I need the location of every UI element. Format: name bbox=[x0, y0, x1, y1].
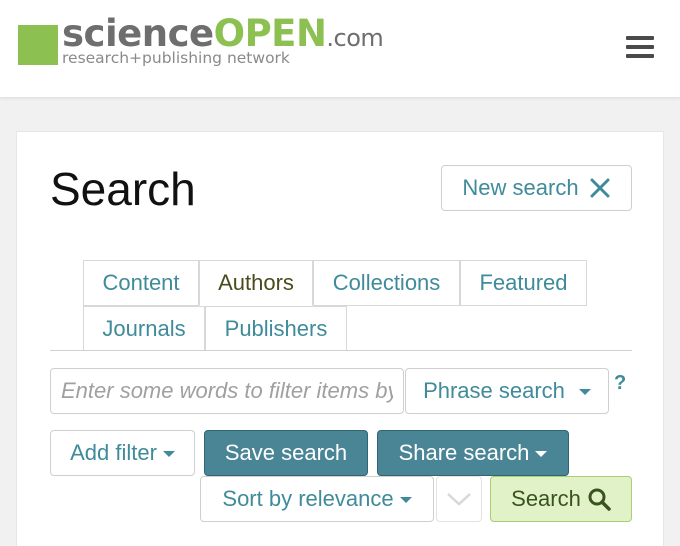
search-icon bbox=[588, 488, 611, 511]
tab-collections[interactable]: Collections bbox=[313, 260, 460, 306]
save-search-button[interactable]: Save search bbox=[204, 430, 368, 476]
chevron-down-icon bbox=[447, 493, 471, 506]
tab-publishers[interactable]: Publishers bbox=[205, 306, 347, 351]
new-search-label: New search bbox=[462, 175, 579, 200]
caret-down-icon bbox=[535, 451, 548, 457]
sort-label: Sort by relevance bbox=[222, 486, 394, 511]
tab-journals[interactable]: Journals bbox=[83, 306, 205, 351]
tab-label: Collections bbox=[332, 270, 441, 295]
sort-order-toggle[interactable] bbox=[436, 476, 482, 522]
tab-label: Content bbox=[102, 270, 180, 295]
tab-featured[interactable]: Featured bbox=[460, 260, 587, 306]
new-search-button[interactable]: New search bbox=[441, 165, 632, 211]
page-title: Search bbox=[50, 163, 196, 215]
help-icon[interactable]: ? bbox=[614, 372, 626, 395]
share-search-label: Share search bbox=[398, 440, 530, 465]
tab-label: Authors bbox=[218, 270, 294, 295]
sort-dropdown[interactable]: Sort by relevance bbox=[200, 476, 434, 522]
tab-authors[interactable]: Authors bbox=[199, 260, 313, 306]
search-card: Search New search Content Authors Collec… bbox=[16, 131, 664, 546]
search-button-label: Search bbox=[511, 486, 581, 511]
search-button[interactable]: Search bbox=[490, 476, 632, 522]
tabs-divider bbox=[50, 350, 632, 351]
logo-wordmark[interactable]: scienceOPEN.com bbox=[62, 14, 384, 54]
caret-down-icon bbox=[399, 497, 412, 503]
share-search-button[interactable]: Share search bbox=[377, 430, 569, 476]
add-filter-button[interactable]: Add filter bbox=[50, 430, 195, 476]
tab-label: Featured bbox=[479, 270, 568, 295]
logo-com: .com bbox=[326, 24, 384, 52]
phrase-search-label: Phrase search bbox=[423, 378, 565, 403]
caret-down-icon bbox=[162, 451, 175, 457]
logo-square-icon[interactable] bbox=[18, 25, 58, 65]
add-filter-label: Add filter bbox=[70, 440, 157, 465]
phrase-search-dropdown[interactable]: Phrase search bbox=[405, 368, 609, 414]
hamburger-icon[interactable] bbox=[626, 36, 654, 58]
caret-down-icon bbox=[578, 389, 591, 395]
tab-label: Journals bbox=[102, 315, 186, 341]
tab-content[interactable]: Content bbox=[83, 260, 199, 306]
filter-input[interactable] bbox=[50, 368, 404, 414]
save-search-label: Save search bbox=[224, 440, 348, 465]
logo-tagline: research+publishing network bbox=[62, 49, 290, 67]
site-header: scienceOPEN.com research+publishing netw… bbox=[0, 0, 680, 98]
close-icon bbox=[590, 178, 610, 198]
tab-label: Publishers bbox=[224, 315, 328, 341]
